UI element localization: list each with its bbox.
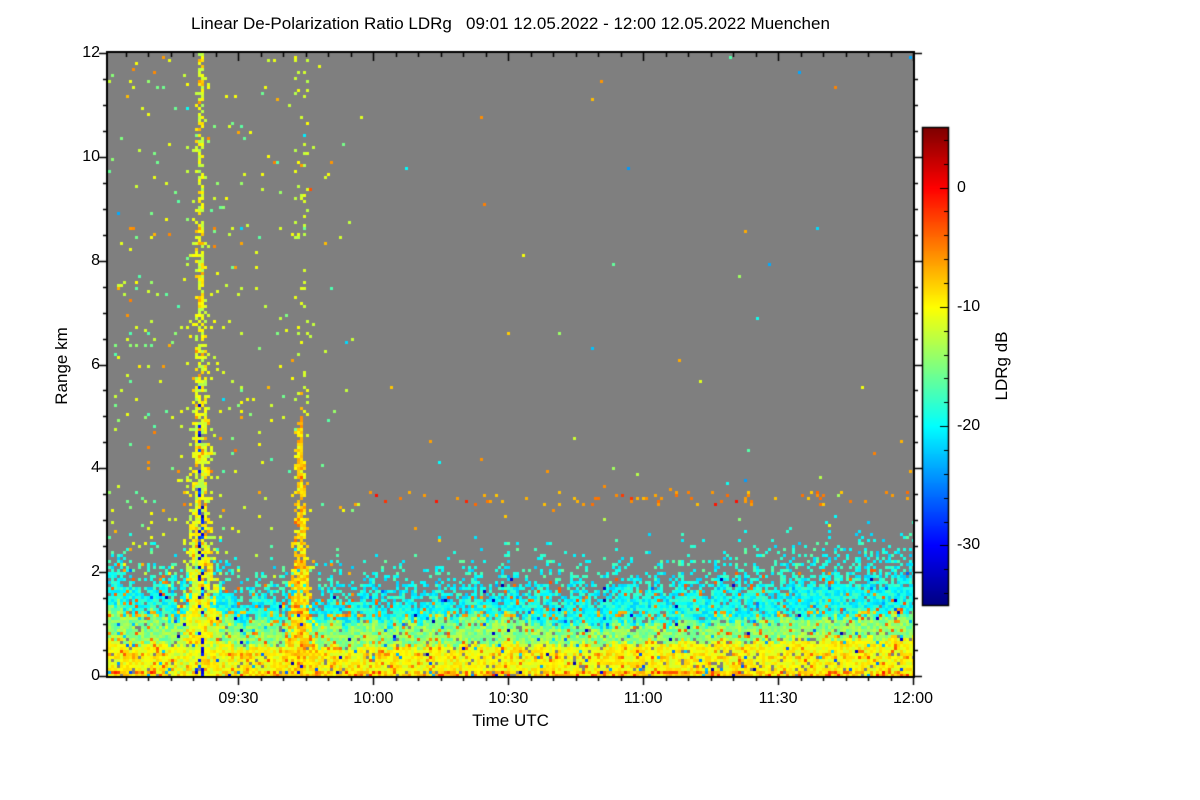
y-tick-label: 0 [91,667,100,684]
y-tick-label: 6 [91,355,100,373]
y-tick-label: 10 [82,147,100,165]
chart-title: Linear De-Polarization Ratio LDRg 09:01 … [191,14,830,33]
x-tick-label: 10:30 [488,690,529,707]
y-tick-label: 12 [82,44,100,61]
colorbar-label: LDRg dB [992,331,1011,401]
x-tick-label: 10:00 [353,690,394,707]
colorbar-tick-label: 0 [957,178,966,196]
time-axis-label: Time UTC [472,711,549,730]
colorbar-tick-label: -20 [957,417,981,435]
colorbar-tick-label: -30 [957,536,981,554]
y-tick-label: 4 [91,459,100,477]
x-tick-label: 09:30 [218,690,259,707]
y-tick-label: 2 [91,563,100,581]
x-tick-label: 11:30 [758,690,798,707]
ldr-time-height-figure: Linear De-Polarization Ratio LDRg 09:01 … [0,0,1200,800]
heatmap-canvas [0,0,1200,800]
colorbar-tick-label: -10 [957,297,981,315]
y-tick-label: 8 [91,251,100,269]
x-tick-label: 12:00 [892,690,934,707]
x-tick-label: 11:00 [623,690,663,707]
